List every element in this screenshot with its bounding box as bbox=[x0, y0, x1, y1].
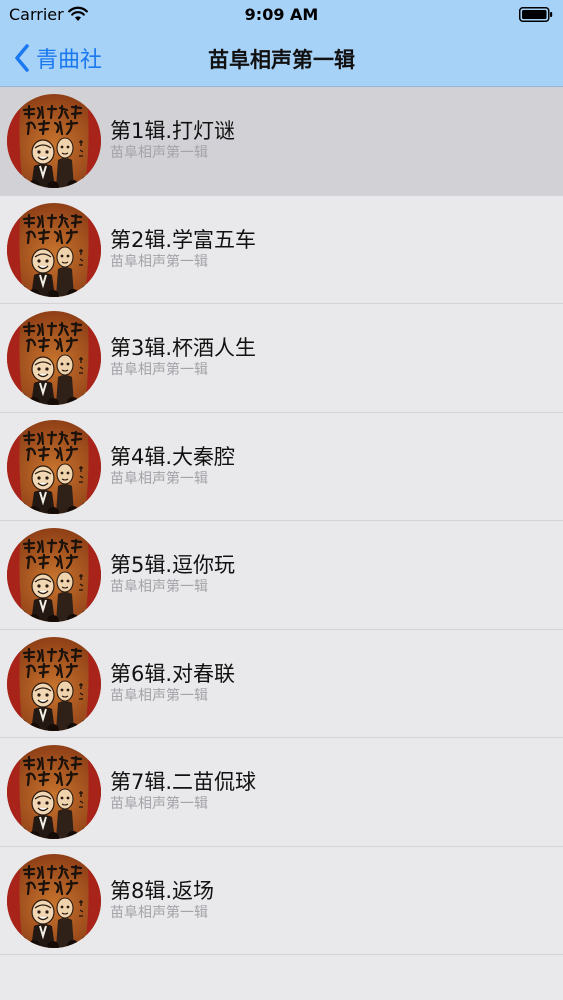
item-subtitle: 苗阜相声第一辑 bbox=[110, 904, 208, 921]
list-item[interactable]: 第6辑.对春联 苗阜相声第一辑 bbox=[0, 630, 563, 738]
navigation-bar: 青曲社 苗阜相声第一辑 bbox=[0, 30, 563, 87]
album-cover-image bbox=[7, 528, 101, 622]
album-cover-image bbox=[7, 636, 101, 731]
list-item[interactable]: 第5辑.逗你玩 苗阜相声第一辑 bbox=[0, 521, 563, 630]
item-title: 第1辑.打灯谜 bbox=[110, 119, 236, 143]
list-item[interactable]: 第7辑.二苗侃球 苗阜相声第一辑 bbox=[0, 738, 563, 847]
item-title: 第7辑.二苗侃球 bbox=[110, 770, 257, 794]
item-title: 第2辑.学富五车 bbox=[110, 227, 257, 252]
list-item[interactable]: 第2辑.学富五车 苗阜相声第一辑 bbox=[0, 196, 563, 304]
item-title: 第5辑.逗你玩 bbox=[110, 553, 236, 577]
album-cover-image bbox=[7, 94, 101, 188]
battery-icon bbox=[519, 7, 553, 22]
album-cover-image bbox=[7, 419, 101, 514]
list-item[interactable]: 第8辑.返场 苗阜相声第一辑 bbox=[0, 847, 563, 955]
item-subtitle: 苗阜相声第一辑 bbox=[110, 579, 208, 595]
album-cover-image bbox=[7, 853, 101, 948]
item-subtitle: 苗阜相声第一辑 bbox=[110, 687, 208, 704]
item-title: 第3辑.杯酒人生 bbox=[110, 336, 257, 360]
album-cover-image bbox=[7, 745, 101, 839]
status-bar: Carrier 9:09 AM bbox=[0, 0, 563, 30]
album-cover-image bbox=[7, 311, 101, 405]
list-item[interactable]: 第4辑.大秦腔 苗阜相声第一辑 bbox=[0, 413, 563, 521]
item-title: 第8辑.返场 bbox=[110, 878, 215, 903]
status-time: 9:09 AM bbox=[244, 5, 319, 24]
item-subtitle: 苗阜相声第一辑 bbox=[110, 145, 208, 161]
list-item[interactable]: 第3辑.杯酒人生 苗阜相声第一辑 bbox=[0, 304, 563, 413]
item-subtitle: 苗阜相声第一辑 bbox=[110, 362, 208, 378]
item-subtitle: 苗阜相声第一辑 bbox=[110, 796, 208, 812]
page-title: 苗阜相声第一辑 bbox=[208, 48, 355, 72]
album-list: 第1辑.打灯谜 苗阜相声第一辑 第2辑.学富五车 苗阜相声第一辑 第3辑.杯酒人… bbox=[0, 87, 563, 955]
item-title: 第6辑.对春联 bbox=[110, 661, 236, 686]
list-item[interactable]: 第1辑.打灯谜 苗阜相声第一辑 bbox=[0, 87, 563, 196]
item-title: 第4辑.大秦腔 bbox=[110, 444, 236, 469]
item-subtitle: 苗阜相声第一辑 bbox=[110, 470, 208, 487]
item-subtitle: 苗阜相声第一辑 bbox=[110, 253, 208, 270]
album-cover-image bbox=[7, 202, 101, 297]
